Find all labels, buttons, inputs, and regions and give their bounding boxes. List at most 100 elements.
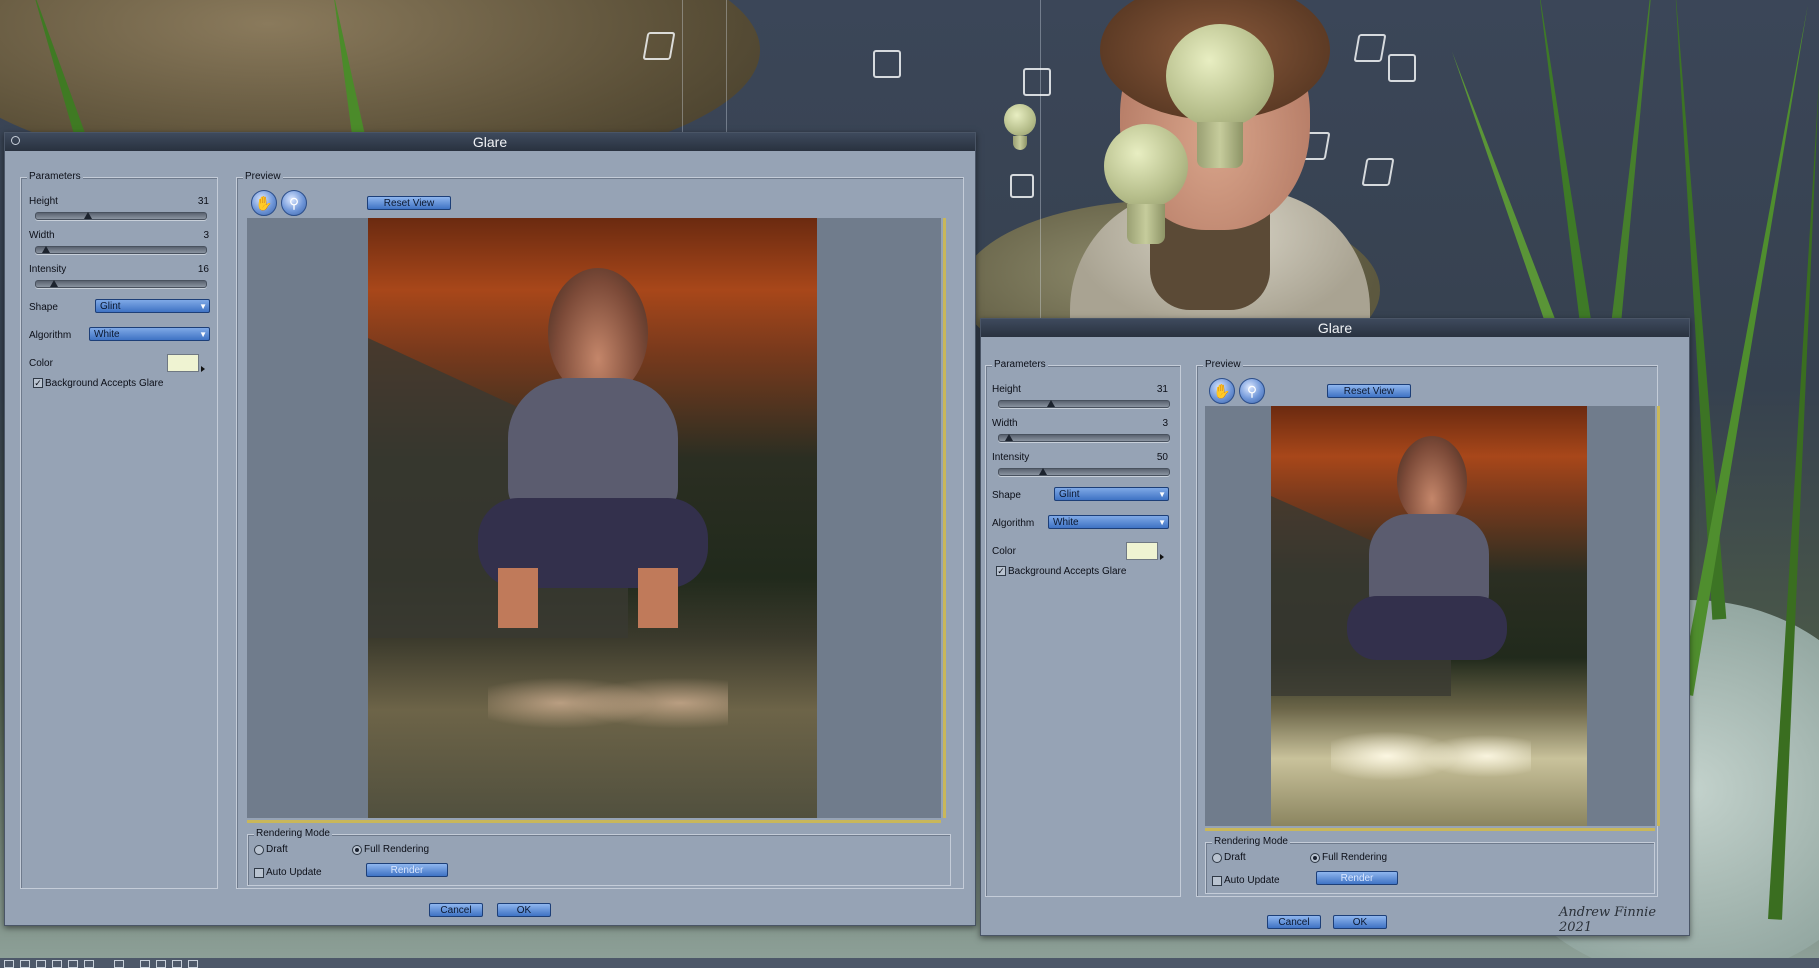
rendering-mode-label: Rendering Mode	[1212, 836, 1290, 847]
cancel-button[interactable]: Cancel	[1267, 915, 1321, 929]
render-button[interactable]: Render	[366, 863, 448, 877]
glare-dialog-right: Glare Parameters Height 31 Width 3 Inten…	[980, 318, 1690, 936]
cancel-button[interactable]: Cancel	[429, 903, 483, 917]
height-slider[interactable]	[998, 400, 1170, 408]
bg-glare-label: Background Accepts Glare	[1008, 566, 1127, 577]
glare-dialog-left: Glare Parameters Height 31 Width 3 Inten…	[4, 132, 976, 926]
dialog-title: Glare	[1317, 320, 1353, 336]
color-label: Color	[992, 546, 1016, 557]
toolbar-button-icon[interactable]	[68, 960, 78, 968]
slider-thumb[interactable]	[84, 212, 92, 219]
bg-glare-label: Background Accepts Glare	[45, 378, 164, 389]
slider-thumb[interactable]	[50, 280, 58, 287]
slider-thumb[interactable]	[1005, 434, 1013, 441]
bg-glare-checkbox[interactable]: ✓	[33, 378, 43, 388]
horizontal-scrollbar[interactable]	[1205, 828, 1655, 831]
intensity-value: 50	[1156, 452, 1168, 463]
shape-dropdown[interactable]: Glint ▼	[95, 299, 210, 313]
parameters-label: Parameters	[992, 359, 1048, 370]
reset-view-button[interactable]: Reset View	[1327, 384, 1411, 398]
width-slider[interactable]	[998, 434, 1170, 442]
chevron-down-icon: ▼	[199, 302, 207, 311]
toolbar-button-icon[interactable]	[114, 960, 124, 968]
light-bulb-icon[interactable]	[1004, 104, 1036, 150]
dialog-title: Glare	[472, 134, 508, 150]
height-slider[interactable]	[35, 212, 207, 220]
color-label: Color	[29, 358, 53, 369]
dialog-titlebar[interactable]: Glare	[981, 319, 1689, 337]
magnifier-icon[interactable]: ⚲	[1239, 378, 1265, 404]
auto-update-checkbox[interactable]	[1212, 876, 1222, 886]
shape-label: Shape	[992, 490, 1021, 501]
bottom-toolbar	[0, 958, 1819, 968]
width-label: Width	[29, 230, 55, 241]
bg-glare-checkbox[interactable]: ✓	[996, 566, 1006, 576]
toolbar-button-icon[interactable]	[52, 960, 62, 968]
ok-button[interactable]: OK	[497, 903, 551, 917]
dialog-titlebar[interactable]: Glare	[5, 133, 975, 151]
light-cube-icon[interactable]	[1010, 174, 1034, 198]
parameters-group: Parameters Height 31 Width 3 Intensity 1…	[20, 171, 218, 889]
full-rendering-radio[interactable]	[352, 845, 362, 855]
intensity-label: Intensity	[992, 452, 1030, 463]
toolbar-button-icon[interactable]	[36, 960, 46, 968]
toolbar-button-icon[interactable]	[140, 960, 150, 968]
toolbar-button-icon[interactable]	[156, 960, 166, 968]
toolbar-button-icon[interactable]	[4, 960, 14, 968]
full-rendering-radio[interactable]	[1310, 853, 1320, 863]
intensity-slider[interactable]	[35, 280, 207, 288]
height-label: Height	[29, 196, 58, 207]
hand-icon[interactable]: ✋	[251, 190, 277, 216]
reset-view-button[interactable]: Reset View	[367, 196, 451, 210]
close-icon[interactable]	[11, 136, 20, 145]
color-menu-arrow-icon[interactable]	[201, 366, 205, 372]
preview-canvas[interactable]	[1205, 406, 1655, 826]
auto-update-checkbox[interactable]	[254, 868, 264, 878]
auto-update-label: Auto Update	[266, 867, 322, 878]
height-label: Height	[992, 384, 1021, 395]
light-cube-icon[interactable]	[642, 32, 676, 60]
shape-dropdown[interactable]: Glint ▼	[1054, 487, 1169, 501]
light-bulb-icon[interactable]	[1104, 124, 1188, 244]
light-cube-icon[interactable]	[873, 50, 901, 78]
water-reflection	[488, 658, 728, 748]
draft-radio[interactable]	[254, 845, 264, 855]
algorithm-dropdown[interactable]: White ▼	[89, 327, 210, 341]
slider-thumb[interactable]	[42, 246, 50, 253]
horizontal-scrollbar[interactable]	[247, 820, 941, 823]
render-preview-image	[1271, 406, 1587, 826]
toolbar-button-icon[interactable]	[172, 960, 182, 968]
width-slider[interactable]	[35, 246, 207, 254]
auto-update-label: Auto Update	[1224, 875, 1280, 886]
height-value: 31	[197, 196, 209, 207]
vertical-scrollbar[interactable]	[1657, 406, 1660, 826]
color-menu-arrow-icon[interactable]	[1160, 554, 1164, 560]
artist-signature: Andrew Finnie 2021	[1559, 905, 1657, 935]
algorithm-dropdown[interactable]: White ▼	[1048, 515, 1169, 529]
algorithm-value: White	[94, 329, 120, 340]
width-value: 3	[203, 230, 209, 241]
magnifier-icon[interactable]: ⚲	[281, 190, 307, 216]
slider-thumb[interactable]	[1039, 468, 1047, 475]
shape-value: Glint	[1059, 489, 1080, 500]
hand-icon[interactable]: ✋	[1209, 378, 1235, 404]
height-value: 31	[1156, 384, 1168, 395]
color-swatch[interactable]	[167, 354, 199, 372]
ok-button[interactable]: OK	[1333, 915, 1387, 929]
slider-thumb[interactable]	[1047, 400, 1055, 407]
render-preview-image	[368, 218, 817, 818]
rendering-mode-label: Rendering Mode	[254, 828, 332, 839]
rendering-mode-group: Rendering Mode Draft Full Rendering Auto…	[247, 828, 951, 886]
intensity-slider[interactable]	[998, 468, 1170, 476]
preview-label: Preview	[243, 171, 283, 182]
toolbar-button-icon[interactable]	[20, 960, 30, 968]
toolbar-button-icon[interactable]	[84, 960, 94, 968]
preview-group: Preview ✋ ⚲ Reset View Rendering Mode Dr…	[236, 171, 964, 889]
vertical-scrollbar[interactable]	[943, 218, 946, 818]
preview-canvas[interactable]	[247, 218, 941, 818]
color-swatch[interactable]	[1126, 542, 1158, 560]
toolbar-button-icon[interactable]	[188, 960, 198, 968]
draft-radio[interactable]	[1212, 853, 1222, 863]
render-button[interactable]: Render	[1316, 871, 1398, 885]
width-value: 3	[1162, 418, 1168, 429]
